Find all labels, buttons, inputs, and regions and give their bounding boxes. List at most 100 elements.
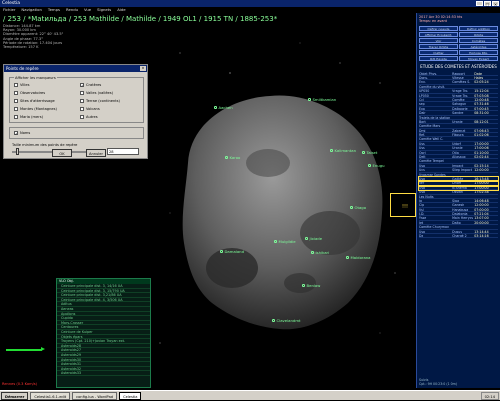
panel-button[interactable]: Voir [419,38,458,43]
table-cell: 16:13:48 [474,176,489,181]
table-cell: Uranie [452,119,463,124]
table-cell: Ccl [419,97,424,102]
green-arrow-icon [6,347,45,351]
status-text: Rennes (0.3 Kam/s) [2,382,38,386]
list-item[interactable]: Asteroids33 [57,371,150,376]
table-cell: Trajets de la station [419,115,451,119]
feature-label[interactable]: Clavelandmt [272,318,301,323]
landmarks-dialog: Points de repère × Afficher les marqueur… [3,64,148,159]
feature-label[interactable]: Enugu [368,163,385,168]
panel-button[interactable]: Comètes [459,38,498,43]
panel-button[interactable]: Quitter [419,50,458,55]
size-slider-thumb[interactable] [16,148,19,155]
table-cell: Comète du visit. [419,84,446,89]
table-cell: 12:00:00 [474,203,489,207]
panel-button[interactable]: Orbite [459,32,498,37]
table-cell: Bart [419,119,426,124]
table-cell: Dalr [419,111,426,115]
table-cell: Galilée [452,176,464,181]
table-cell: Ganesh [452,203,465,207]
table-cell: Usa [419,229,425,234]
table-cell: 17:02:38 [474,190,489,194]
table-cell: Chargé 2 [452,234,467,238]
ok-button[interactable]: OK [52,149,72,157]
table-cell: Dz [419,234,424,238]
table-cell: 07:21:04 [474,212,489,216]
panel-button[interactable]: Moyen Expert [459,56,498,61]
feature-label[interactable]: Karoo [225,155,240,160]
table-cell: 14:06:48 [474,198,489,203]
table-cell: Vsl [419,207,424,212]
feature-label[interactable]: Aachen [214,105,233,110]
table-cell: Comète Mars [419,124,441,128]
feature-label[interactable]: Mulgildie [274,239,296,244]
table-cell: Otia [452,150,459,155]
object-title: / 253 / *Matильда / 253 Mathilde / Mathi… [3,15,278,23]
object-info: Distance: 144.87 km Rayon: 30.000 km Dia… [3,24,63,49]
checkbox-cities[interactable]: Villes [14,83,29,87]
taskbar-item[interactable]: Celestia [119,391,142,400]
feature-label[interactable]: Damaland [220,249,244,254]
feature-label[interactable]: Smiltkamian [308,97,336,102]
checkbox-volcanoes[interactable]: Volcans [80,107,100,111]
table-cell: Vrage Tro. [452,89,469,93]
feature-label[interactable]: Benlaw [302,283,320,288]
cancel-button[interactable]: Annuler [86,149,106,157]
table-cell: Dalatonia [452,212,468,216]
feature-label[interactable]: Jixiade [305,236,322,241]
checkbox-craters[interactable]: ✓ Cratères [80,83,101,88]
table-cell: 13:07:00 [474,216,489,220]
table-cell: Usa [419,176,425,181]
panel-button[interactable]: Définir addition [459,26,498,31]
date-display: 2017 Avr 30 02:14:53 hts Temps: en avant [419,15,463,23]
checkbox-valles[interactable]: Valles (vallées) [80,91,113,95]
minimize-button[interactable]: _ [476,1,483,7]
table-cell: Ucs [419,168,425,172]
table-cell: Dons. [419,75,429,80]
checkbox-maria[interactable]: Maria (mers) [14,115,43,119]
checkbox-landing-sites[interactable]: Sites d'atterrissage [14,99,55,103]
panel-button[interactable]: Horloge Rtg. [459,50,498,55]
dialog-title-bar: Points de repère × [4,65,147,72]
size-input[interactable]: 28 [107,148,139,155]
table-cell: Ja [419,198,422,203]
feature-label[interactable]: Maldorana [346,255,371,260]
maximize-button[interactable]: □ [484,1,491,7]
table-cell: Ref. [419,133,425,137]
panel-button[interactable]: R/R Egypte [419,56,458,61]
feature-label[interactable]: Otago [350,205,366,210]
table-cell [474,225,498,228]
table-cell: Usa [419,190,425,194]
panel-button[interactable]: Astéroïdes [459,44,498,49]
checkbox-montes[interactable]: Montes (Montagnes) [14,107,57,111]
start-button[interactable]: Démarrer [1,391,29,400]
table-cell: 08:31:00 [474,111,489,115]
checkbox-terrae[interactable]: Terrae (continents) [80,99,120,103]
panel-button[interactable]: Afficher Ecoulemt. [419,32,458,37]
table-cell [474,116,498,119]
table-cell [452,173,474,176]
panel-button[interactable]: Définir noeuds [419,26,458,31]
table-cell: Sahagun [452,102,467,106]
table-row[interactable]: Dz Chargé 2 03:14:16 [419,234,498,239]
table-cell: 17:00:06 [474,146,489,150]
feature-label[interactable]: Kalimantan [330,148,356,153]
table-cell: Dalto [452,220,461,225]
table-cell: 13:14:44 [474,229,489,234]
taskbar-item[interactable]: Celestia1.6.1-edit [30,391,71,400]
table-cell: Hales [474,75,484,80]
dialog-close-icon[interactable]: × [140,66,146,71]
table-cell [474,173,498,176]
checkbox-observatories[interactable]: Observatoires [14,91,45,95]
panel-button[interactable]: Tracer Orbite [419,44,458,49]
feature-label[interactable]: Ishikari [311,250,329,255]
checkbox-others[interactable]: Autres [80,115,98,119]
checkbox-names[interactable]: ✓ Noms [14,131,30,136]
table-cell: Uss [419,141,425,146]
object-list-panel[interactable]: VLO Obj. Ceinture principale dist. 3, 14… [56,278,151,388]
info-line: Diamètre apparent: 22° 40' 43.5" [3,32,64,37]
table-cell: Comète Churymov [419,225,449,229]
taskbar-item[interactable]: config.lua - WordPad [72,391,118,400]
feature-label[interactable]: Taiset [362,150,377,155]
close-button[interactable]: × [492,1,499,7]
